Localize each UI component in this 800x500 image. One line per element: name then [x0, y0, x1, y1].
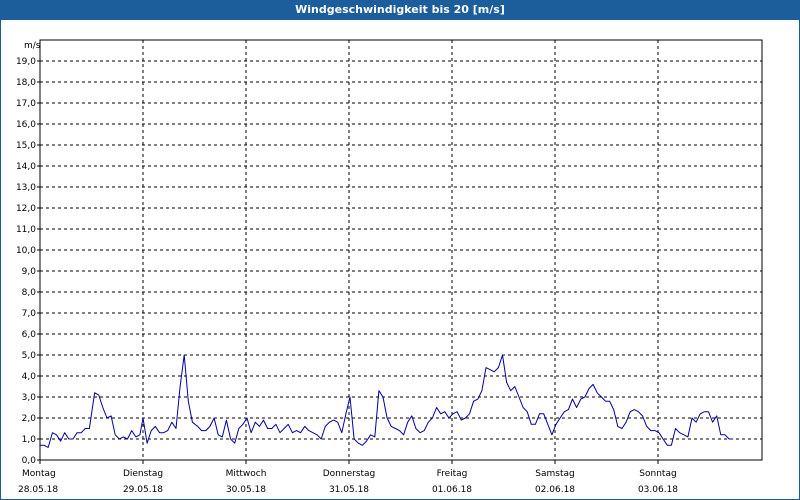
y-tick-label: 5,0	[22, 351, 37, 361]
grid-lines	[40, 40, 762, 460]
x-tick-date-label: 03.06.18	[638, 485, 678, 495]
y-tick-label: 17,0	[16, 99, 36, 109]
x-tick-day-label: Dienstag	[123, 469, 163, 479]
x-tick-date-label: 30.05.18	[226, 485, 266, 495]
y-tick-label: 2,0	[22, 414, 37, 424]
x-tick-day-label: Sonntag	[639, 469, 676, 479]
wind-speed-chart: 0,0 1,0 2,0 3,0 4,0 5,0 6,0 7,0 8,0 9,0 10,0 11,0 12…	[16, 39, 763, 495]
y-tick-label: 15,0	[16, 141, 36, 151]
x-tick-date-label: 01.06.18	[432, 485, 472, 495]
x-axis-ticks: Montag 28.05.18 Dienstag 29.05.18 Mittwoch 30…	[18, 460, 678, 495]
y-tick-label: 8,0	[22, 288, 37, 298]
x-tick-date-label: 02.06.18	[535, 485, 575, 495]
y-tick-label: 3,0	[22, 393, 37, 403]
y-tick-label: 13,0	[16, 183, 36, 193]
y-axis-unit-label: m/s	[24, 41, 41, 51]
y-tick-label: 4,0	[22, 372, 37, 382]
y-tick-label: 7,0	[22, 309, 37, 319]
x-tick-date-label: 28.05.18	[18, 485, 58, 495]
x-tick-day-label: Montag	[22, 469, 56, 479]
wind-speed-series-line	[40, 354, 734, 448]
y-tick-label: 11,0	[16, 225, 36, 235]
y-tick-label: 9,0	[22, 267, 37, 277]
y-axis-ticks: 0,0 1,0 2,0 3,0 4,0 5,0 6,0 7,0 8,0 9,0 10,0 11,0 12…	[16, 57, 40, 466]
y-tick-label: 10,0	[16, 246, 36, 256]
y-tick-label: 1,0	[22, 435, 37, 445]
y-tick-label: 12,0	[16, 204, 36, 214]
y-tick-label: 0,0	[22, 456, 37, 466]
y-tick-label: 18,0	[16, 78, 36, 88]
x-tick-date-label: 31.05.18	[329, 485, 369, 495]
x-tick-day-label: Mittwoch	[226, 469, 267, 479]
x-tick-day-label: Freitag	[437, 469, 468, 479]
x-tick-day-label: Samstag	[535, 469, 574, 479]
y-tick-label: 16,0	[16, 120, 36, 130]
y-tick-label: 14,0	[16, 162, 36, 172]
y-tick-label: 19,0	[16, 57, 36, 67]
y-tick-label: 6,0	[22, 330, 37, 340]
series-layer	[40, 354, 734, 448]
x-tick-date-label: 29.05.18	[123, 485, 163, 495]
x-tick-day-label: Donnerstag	[323, 469, 376, 479]
